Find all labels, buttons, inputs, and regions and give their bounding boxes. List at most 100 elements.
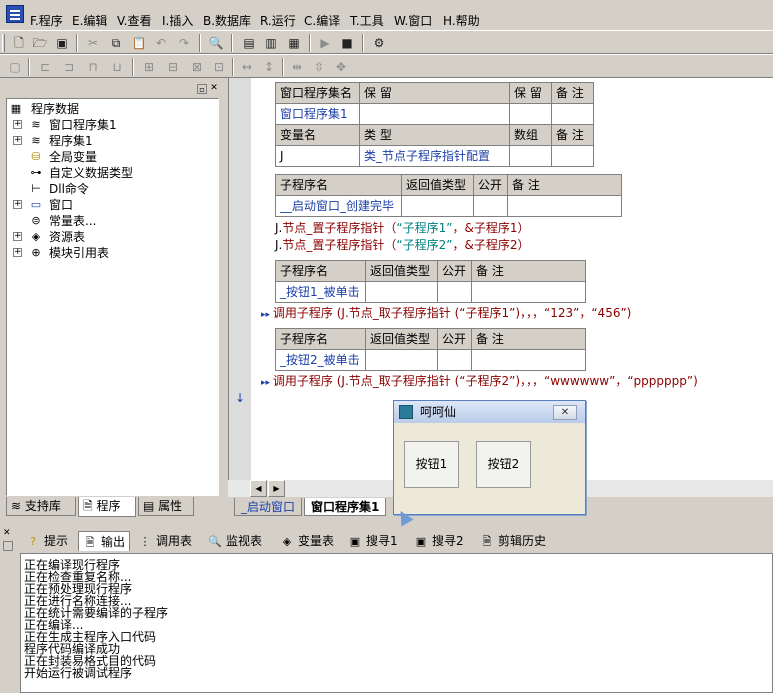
close-icon[interactable]: ✕ (553, 405, 577, 420)
table-cell[interactable] (551, 145, 594, 167)
code-line[interactable]: J.节点_置子程序指针（“子程序1”，&子程序1） (275, 220, 529, 236)
tree-item-dll-commands[interactable]: ⊢ Dll命令 (7, 181, 207, 197)
table-cell[interactable] (471, 281, 586, 303)
redo-icon[interactable]: ↷ (175, 34, 193, 52)
paste-icon[interactable]: 📋 (130, 34, 148, 52)
tab-window-assembly[interactable]: 窗口程序集1 (304, 498, 387, 516)
panel-restore-icon[interactable]: ▫ (197, 84, 207, 94)
table-cell[interactable] (509, 103, 552, 125)
tree-item-window-assembly[interactable]: + ≋ 窗口程序集1 (7, 117, 207, 133)
tree-item-constants[interactable]: ⊜ 常量表... (7, 213, 207, 229)
table-cell[interactable] (437, 349, 472, 371)
tab-output[interactable]: 🗎 输出 (78, 531, 131, 551)
assembly-name-cell[interactable]: 窗口程序集1 (275, 103, 360, 125)
expand-icon[interactable]: + (13, 200, 22, 209)
variable-type-cell[interactable]: 类_节点子程序指针配置 (359, 145, 510, 167)
size-height-icon[interactable]: ⇳ (310, 58, 328, 76)
table-cell[interactable] (437, 281, 472, 303)
align-bottom-icon[interactable]: ⊔ (108, 58, 126, 76)
layout-window-2-icon[interactable]: ▥ (262, 34, 280, 52)
menu-help[interactable]: H.帮助 (443, 12, 480, 29)
table-cell[interactable] (365, 349, 438, 371)
code-line[interactable]: J.节点_置子程序指针（“子程序2”，&子程序2） (275, 237, 529, 253)
table-cell[interactable] (509, 145, 552, 167)
table-cell[interactable] (473, 195, 508, 217)
table-cell[interactable] (551, 103, 594, 125)
dialog-title-bar[interactable]: 呵呵仙 ✕ (394, 401, 585, 423)
program-tree[interactable]: ▦ 程序数据 + ≋ 窗口程序集1 + ≋ 程序集1 ⛁ 全局变量 ⊶ 自定义数… (6, 98, 219, 496)
expand-icon[interactable]: + (13, 232, 22, 241)
table-cell[interactable] (401, 195, 474, 217)
tab-hint[interactable]: ? 提示 (22, 531, 72, 551)
menu-tools[interactable]: T.工具 (350, 12, 384, 29)
code-line[interactable]: ▸▸ 调用子程序 (J.节点_取子程序指针 (“子程序2”)，，，“wwwwww… (261, 373, 698, 391)
tab-watch[interactable]: 🔍 监视表 (204, 531, 266, 551)
subroutine-name-cell[interactable]: __启动窗口_创建完毕 (275, 195, 402, 217)
new-file-icon[interactable]: 🗋 (10, 34, 28, 52)
debug-icon[interactable]: ⚙ (370, 34, 388, 52)
tree-item-custom-types[interactable]: ⊶ 自定义数据类型 (7, 165, 207, 181)
tab-search-2[interactable]: ▣ 搜寻2 (410, 531, 468, 551)
align-center-icon[interactable]: ⊐ (60, 58, 78, 76)
menu-run[interactable]: R.运行 (260, 12, 296, 29)
menu-compile[interactable]: C.编译 (304, 12, 340, 29)
variable-name-cell[interactable]: J (275, 145, 360, 167)
tab-program[interactable]: 🗎 程序 (78, 497, 136, 517)
align-left-icon[interactable]: ⊏ (36, 58, 54, 76)
align-grid-icon[interactable]: ▢ (6, 58, 24, 76)
cut-icon[interactable]: ✂ (84, 34, 102, 52)
size-width-icon[interactable]: ⇹ (288, 58, 306, 76)
find-icon[interactable]: 🔍 (207, 34, 225, 52)
subroutine-name-cell[interactable]: _按钮2_被单击 (275, 349, 366, 371)
open-folder-icon[interactable]: 🗁 (31, 34, 49, 52)
space-vertical-icon[interactable]: ↕ (260, 58, 278, 76)
tree-item-assembly[interactable]: + ≋ 程序集1 (7, 133, 207, 149)
stop-icon[interactable]: ■ (338, 34, 356, 52)
tab-properties[interactable]: ▤ 属性 (138, 497, 194, 516)
menu-database[interactable]: B.数据库 (203, 12, 251, 29)
undo-icon[interactable]: ↶ (152, 34, 170, 52)
expand-icon[interactable]: + (13, 248, 22, 257)
table-cell[interactable] (365, 281, 438, 303)
align-top-icon[interactable]: ⊓ (84, 58, 102, 76)
center-horizontal-icon[interactable]: ⊞ (140, 58, 158, 76)
run-icon[interactable]: ▶ (316, 34, 334, 52)
tab-search-1[interactable]: ▣ 搜寻1 (344, 531, 402, 551)
same-height-icon[interactable]: ⊡ (210, 58, 228, 76)
menu-window[interactable]: W.窗口 (394, 12, 432, 29)
code-line[interactable]: ▸▸ 调用子程序 (J.节点_取子程序指针 (“子程序1”)，，，“123”，“… (261, 305, 631, 323)
save-icon[interactable]: ▣ (53, 34, 71, 52)
scroll-right-icon[interactable]: ▶ (268, 480, 285, 497)
layout-window-1-icon[interactable]: ▤ (240, 34, 258, 52)
tree-item-global-vars[interactable]: ⛁ 全局变量 (7, 149, 207, 165)
expand-icon[interactable]: + (13, 136, 22, 145)
tab-startup-window[interactable]: _启动窗口 (234, 498, 303, 516)
panel-close-icon[interactable]: ✕ (209, 84, 219, 94)
table-cell[interactable] (507, 195, 622, 217)
size-both-icon[interactable]: ✥ (332, 58, 350, 76)
tree-item-module-refs[interactable]: + ⊕ 模块引用表 (7, 245, 207, 261)
menu-program[interactable]: F.程序 (30, 12, 63, 29)
tab-support-library[interactable]: ≋ 支持库 (6, 497, 76, 516)
subroutine-name-cell[interactable]: _按钮1_被单击 (275, 281, 366, 303)
tab-variables[interactable]: ◈ 变量表 (276, 531, 338, 551)
tab-call-stack[interactable]: ⋮ 调用表 (134, 531, 196, 551)
bottom-panel-close-icon[interactable]: ✕ (3, 529, 13, 539)
tab-clip-history[interactable]: 🗎 剪辑历史 (476, 531, 550, 551)
table-cell[interactable] (359, 103, 510, 125)
button-1[interactable]: 按钮1 (404, 441, 459, 488)
menu-edit[interactable]: E.编辑 (72, 12, 107, 29)
bottom-panel-restore-icon[interactable] (3, 541, 13, 551)
layout-window-3-icon[interactable]: ▦ (285, 34, 303, 52)
expand-icon[interactable]: + (13, 120, 22, 129)
toolbar-grip[interactable] (2, 34, 5, 52)
table-cell[interactable] (471, 349, 586, 371)
output-pane[interactable]: 正在编译现行程序 正在检查重复名称... 正在预处理现行程序 正在进行名称连接.… (20, 553, 773, 693)
scroll-left-icon[interactable]: ◀ (250, 480, 267, 497)
same-width-icon[interactable]: ⊠ (188, 58, 206, 76)
menu-view[interactable]: V.查看 (117, 12, 151, 29)
copy-icon[interactable]: ⧉ (107, 34, 125, 52)
space-horizontal-icon[interactable]: ↔ (238, 58, 256, 76)
menu-insert[interactable]: I.插入 (162, 12, 193, 29)
tree-item-resources[interactable]: + ◈ 资源表 (7, 229, 207, 245)
